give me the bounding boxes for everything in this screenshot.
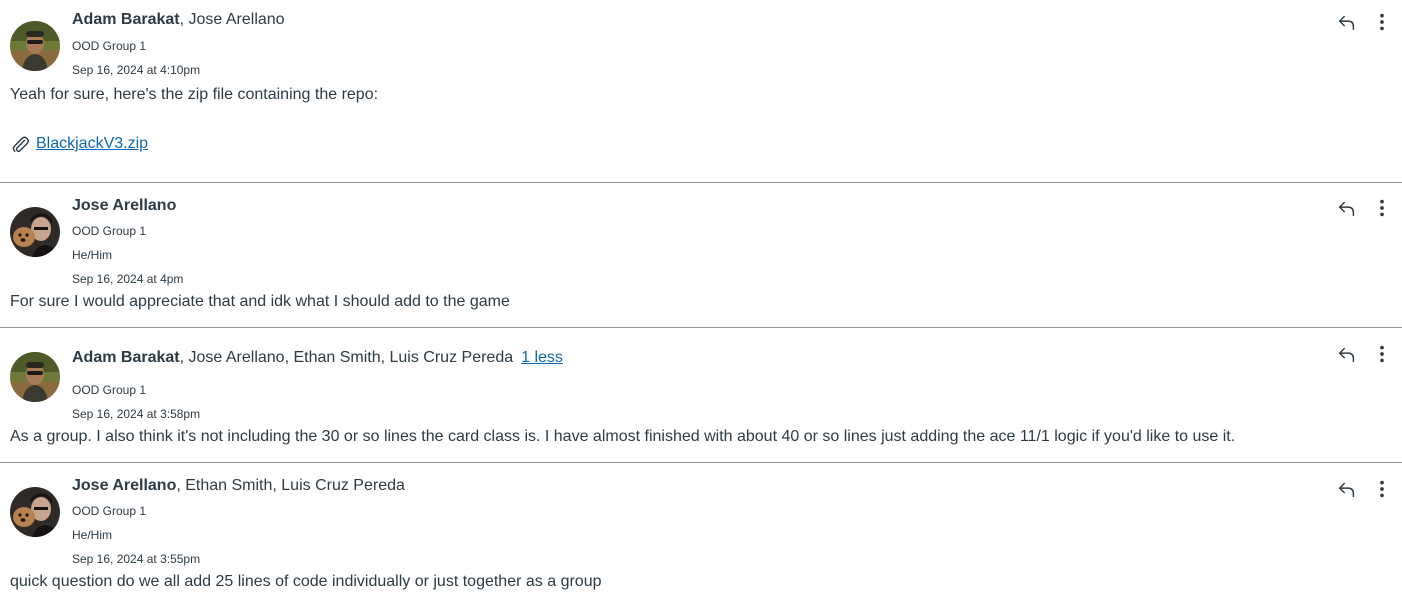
pronouns: He/Him: [72, 248, 113, 262]
primary-author[interactable]: Jose Arellano: [72, 477, 176, 494]
user-avatar-dog-icon: [10, 487, 60, 537]
discussion-post: Adam Barakat, Jose Arellano, Ethan Smith…: [0, 328, 1402, 462]
attachment-link[interactable]: BlackjackV3.zip: [36, 134, 148, 154]
reply-arrow-icon: [1336, 197, 1358, 219]
post-timestamp: Sep 16, 2024 at 3:58pm: [72, 407, 201, 421]
vertical-ellipsis-icon: [1371, 197, 1393, 219]
more-options-button[interactable]: [1370, 342, 1394, 366]
avatar[interactable]: [10, 21, 60, 71]
reply-button[interactable]: [1335, 10, 1359, 34]
other-authors: , Jose Arellano: [179, 11, 285, 28]
post-timestamp: Sep 16, 2024 at 3:55pm: [72, 552, 201, 566]
more-options-button[interactable]: [1370, 196, 1394, 220]
attachment[interactable]: BlackjackV3.zip: [10, 134, 148, 154]
primary-author[interactable]: Adam Barakat: [72, 349, 180, 366]
other-authors: , Ethan Smith, Luis Cruz Pereda: [176, 477, 405, 494]
post-authors: Jose Arellano: [72, 196, 176, 216]
reply-arrow-icon: [1336, 478, 1358, 500]
more-options-button[interactable]: [1370, 10, 1394, 34]
post-message: quick question do we all add 25 lines of…: [10, 573, 602, 590]
post-timestamp: Sep 16, 2024 at 4pm: [72, 272, 184, 286]
vertical-ellipsis-icon: [1371, 11, 1393, 33]
reply-button[interactable]: [1335, 196, 1359, 220]
user-avatar-outdoor-icon: [10, 352, 60, 402]
group-name: OOD Group 1: [72, 383, 147, 397]
post-timestamp: Sep 16, 2024 at 4:10pm: [72, 63, 201, 77]
discussion-post: Adam Barakat, Jose Arellano OOD Group 1 …: [0, 0, 1402, 182]
post-message: As a group. I also think it's not includ…: [10, 428, 1236, 445]
other-authors: , Jose Arellano, Ethan Smith, Luis Cruz …: [179, 349, 514, 366]
post-authors: Jose Arellano, Ethan Smith, Luis Cruz Pe…: [72, 476, 405, 496]
group-name: OOD Group 1: [72, 224, 147, 238]
post-authors: Adam Barakat, Jose Arellano, Ethan Smith…: [72, 348, 563, 368]
reply-arrow-icon: [1336, 343, 1358, 365]
discussion-post: Jose Arellano OOD Group 1 He/Him Sep 16,…: [0, 183, 1402, 327]
discussion-post: Jose Arellano, Ethan Smith, Luis Cruz Pe…: [0, 463, 1402, 600]
avatar[interactable]: [10, 487, 60, 537]
more-options-button[interactable]: [1370, 477, 1394, 501]
post-message: For sure I would appreciate that and idk…: [10, 293, 510, 310]
show-less-link[interactable]: 1 less: [521, 349, 563, 366]
primary-author[interactable]: Jose Arellano: [72, 197, 176, 214]
group-name: OOD Group 1: [72, 504, 147, 518]
post-message: Yeah for sure, here's the zip file conta…: [10, 86, 379, 103]
group-name: OOD Group 1: [72, 39, 147, 53]
pronouns: He/Him: [72, 528, 113, 542]
primary-author[interactable]: Adam Barakat: [72, 11, 180, 28]
user-avatar-outdoor-icon: [10, 21, 60, 71]
reply-button[interactable]: [1335, 342, 1359, 366]
vertical-ellipsis-icon: [1371, 478, 1393, 500]
post-authors: Adam Barakat, Jose Arellano: [72, 10, 285, 30]
avatar[interactable]: [10, 207, 60, 257]
avatar[interactable]: [10, 352, 60, 402]
user-avatar-dog-icon: [10, 207, 60, 257]
reply-button[interactable]: [1335, 477, 1359, 501]
paperclip-icon: [10, 134, 30, 154]
reply-arrow-icon: [1336, 11, 1358, 33]
vertical-ellipsis-icon: [1371, 343, 1393, 365]
